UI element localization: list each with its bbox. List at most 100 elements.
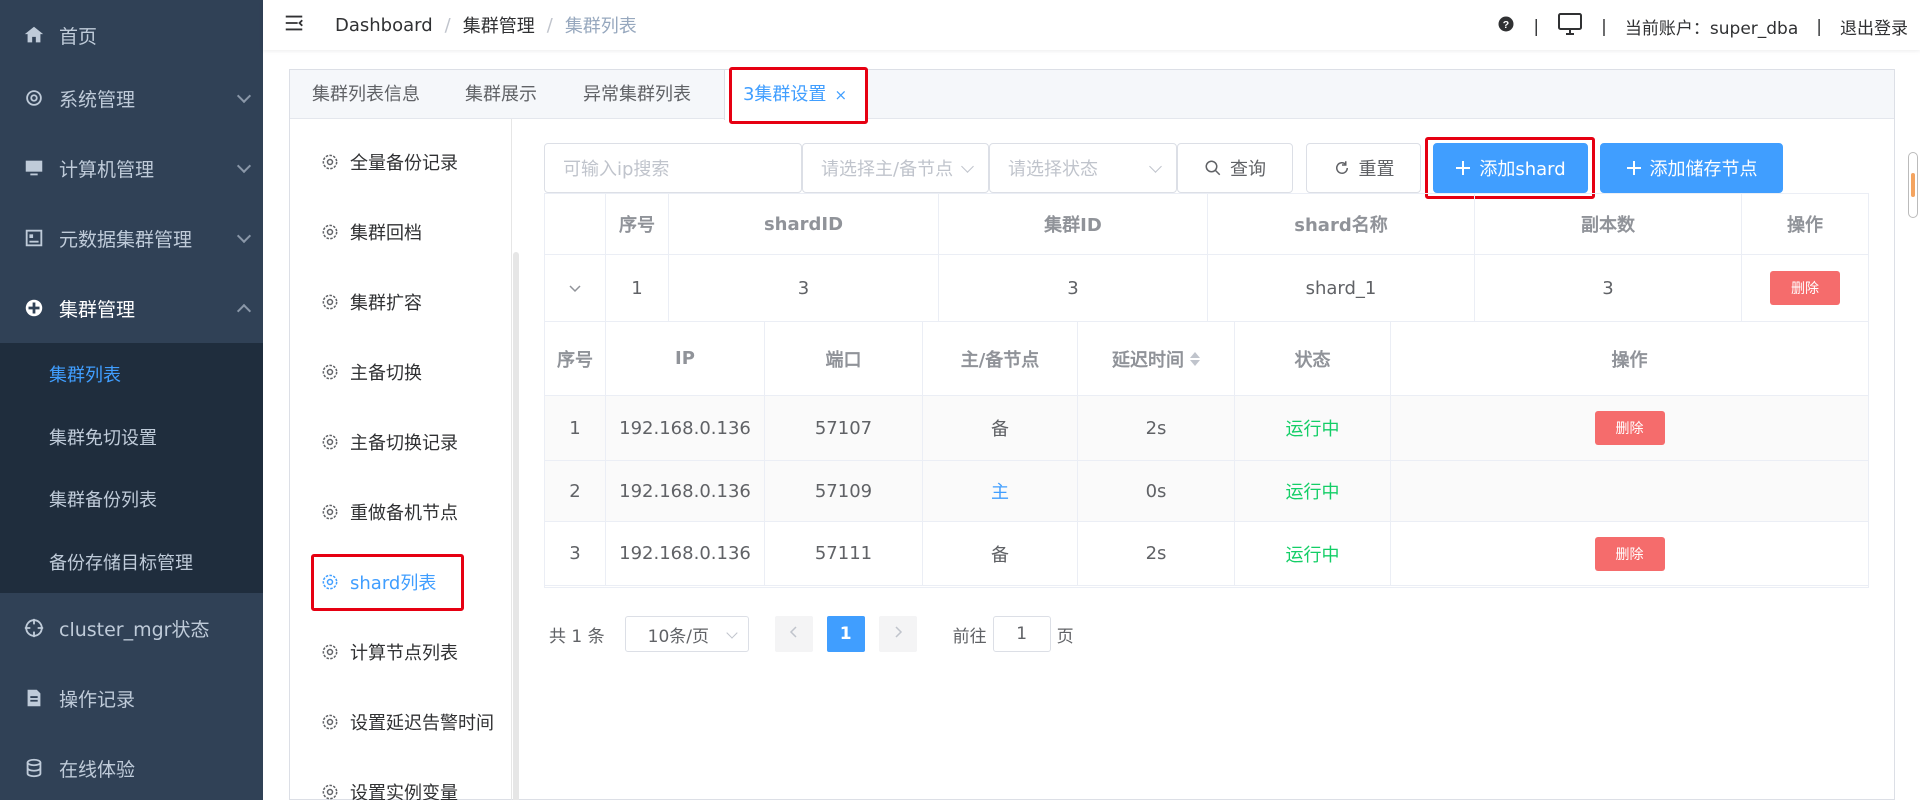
monitor-icon bbox=[22, 156, 46, 180]
tab-header: 集群列表信息 集群展示 异常集群列表 3集群设置 × bbox=[290, 70, 1894, 120]
close-icon[interactable]: × bbox=[834, 86, 847, 104]
breadcrumb-separator: / bbox=[444, 14, 451, 36]
settings-item-shard-list[interactable]: shard列表 bbox=[290, 547, 512, 617]
settings-item-instance-vars[interactable]: 设置实例变量 bbox=[290, 757, 512, 800]
sidebar-item-cluster-mgr[interactable]: cluster_mgr状态 bbox=[0, 593, 263, 663]
chevron-right-icon bbox=[893, 624, 903, 644]
settings-item-switchover-log[interactable]: 主备切换记录 bbox=[290, 407, 512, 477]
reset-button[interactable]: 重置 bbox=[1306, 143, 1421, 193]
chevron-down-icon bbox=[1149, 160, 1162, 173]
settings-item-rollback[interactable]: 集群回档 bbox=[290, 197, 512, 267]
sidebar-item-label: 操作记录 bbox=[59, 688, 136, 711]
shard-table: 序号 shardID 集群ID shard名称 副本数 操作 1 3 3 sha… bbox=[544, 193, 1869, 588]
cell-index: 1 bbox=[545, 396, 606, 460]
gear-icon bbox=[320, 572, 340, 592]
cluster-submenu: 集群列表 集群免切设置 集群备份列表 备份存储目标管理 bbox=[0, 343, 263, 593]
page-number-current[interactable]: 1 bbox=[826, 616, 865, 652]
settings-item-label: 设置实例变量 bbox=[350, 783, 458, 800]
ip-search-placeholder: 可输入ip搜索 bbox=[563, 159, 670, 180]
current-account: 当前账户：super_dba bbox=[1624, 19, 1799, 39]
gear-icon bbox=[320, 362, 340, 382]
breadcrumb-separator: / bbox=[546, 14, 553, 36]
status-select-placeholder: 请选择状态 bbox=[1008, 159, 1098, 180]
sidebar-item-label: 在线体验 bbox=[59, 758, 136, 781]
search-button[interactable]: 查询 bbox=[1177, 143, 1293, 193]
settings-item-expand[interactable]: 集群扩容 bbox=[290, 267, 512, 337]
settings-menu-scrollbar[interactable] bbox=[513, 252, 519, 800]
expand-toggle[interactable] bbox=[545, 255, 606, 321]
add-shard-button[interactable]: 添加shard bbox=[1433, 143, 1588, 193]
add-storage-node-button[interactable]: 添加储存节点 bbox=[1600, 143, 1783, 193]
submenu-item-no-switch[interactable]: 集群免切设置 bbox=[0, 406, 263, 468]
settings-item-delay-alert[interactable]: 设置延迟告警时间 bbox=[290, 687, 512, 757]
sidebar-item-label: 首页 bbox=[59, 25, 98, 48]
delete-node-button[interactable]: 删除 bbox=[1594, 411, 1665, 445]
sidebar-item-cluster[interactable]: 集群管理 bbox=[0, 273, 263, 343]
tab-cluster-list-info[interactable]: 集群列表信息 bbox=[290, 70, 442, 119]
hamburger-icon[interactable] bbox=[283, 12, 305, 39]
breadcrumb-cluster-mgmt[interactable]: 集群管理 bbox=[463, 12, 535, 38]
submenu-item-backup-list[interactable]: 集群备份列表 bbox=[0, 468, 263, 530]
sidebar-item-home[interactable]: 首页 bbox=[0, 0, 263, 70]
logout-link[interactable]: 退出登录 bbox=[1840, 14, 1908, 39]
cell-ip: 192.168.0.136 bbox=[606, 522, 765, 585]
header-cell: 端口 bbox=[765, 322, 923, 395]
help-icon[interactable]: ? bbox=[1497, 15, 1515, 38]
submenu-label: 集群备份列表 bbox=[49, 490, 157, 511]
sidebar-item-metadata[interactable]: 元数据集群管理 bbox=[0, 203, 263, 273]
settings-item-rebuild-standby[interactable]: 重做备机节点 bbox=[290, 477, 512, 547]
goto-suffix: 页 bbox=[1056, 626, 1074, 647]
breadcrumb-dashboard[interactable]: Dashboard bbox=[335, 15, 433, 36]
settings-item-switchover[interactable]: 主备切换 bbox=[290, 337, 512, 407]
sidebar-item-label: 系统管理 bbox=[59, 88, 136, 111]
gear-icon bbox=[320, 292, 340, 312]
tab-abnormal-cluster-list[interactable]: 异常集群列表 bbox=[560, 70, 714, 119]
cell-role-master: 主 bbox=[923, 461, 1078, 521]
cell-role: 备 bbox=[923, 522, 1078, 585]
header-cell-delay[interactable]: 延迟时间 bbox=[1078, 322, 1235, 395]
cell-shard-id: 3 bbox=[669, 255, 939, 321]
sidebar-item-system[interactable]: 系统管理 bbox=[0, 63, 263, 133]
cell-status: 运行中 bbox=[1235, 461, 1391, 521]
tab-cluster-settings[interactable]: 3集群设置 × bbox=[724, 70, 866, 120]
top-navbar: Dashboard / 集群管理 / 集群列表 ? | | 当前账户：super… bbox=[263, 0, 1920, 50]
goto-page-input[interactable]: 1 bbox=[992, 616, 1051, 652]
header-cell: 副本数 bbox=[1475, 194, 1742, 254]
sort-icon[interactable] bbox=[1190, 351, 1200, 366]
add-storage-label: 添加储存节点 bbox=[1649, 159, 1758, 180]
prev-page-button[interactable] bbox=[774, 616, 813, 652]
submenu-item-cluster-list[interactable]: 集群列表 bbox=[0, 343, 263, 405]
cell-actions bbox=[1391, 461, 1868, 521]
role-select[interactable]: 请选择主/备节点 bbox=[802, 143, 989, 193]
reset-button-label: 重置 bbox=[1358, 159, 1395, 180]
sidebar-item-operation-log[interactable]: 操作记录 bbox=[0, 663, 263, 733]
cell-port: 57107 bbox=[765, 396, 923, 460]
tab-cluster-display[interactable]: 集群展示 bbox=[442, 70, 560, 119]
delete-shard-button[interactable]: 删除 bbox=[1770, 271, 1840, 305]
cell-delay: 2s bbox=[1078, 396, 1235, 460]
sidebar-item-computer[interactable]: 计算机管理 bbox=[0, 133, 263, 203]
settings-item-compute-nodes[interactable]: 计算节点列表 bbox=[290, 617, 512, 687]
cell-cluster-id: 3 bbox=[939, 255, 1208, 321]
page-size-select[interactable]: 10条/页 bbox=[624, 616, 749, 652]
gear-icon bbox=[320, 222, 340, 242]
delete-node-button[interactable]: 删除 bbox=[1594, 536, 1665, 571]
ip-search-input[interactable]: 可输入ip搜索 bbox=[544, 143, 802, 193]
submenu-item-backup-target[interactable]: 备份存储目标管理 bbox=[0, 531, 263, 593]
settings-item-label: shard列表 bbox=[350, 573, 437, 594]
home-icon bbox=[22, 23, 46, 47]
next-page-button[interactable] bbox=[878, 616, 917, 652]
status-select[interactable]: 请选择状态 bbox=[989, 143, 1177, 193]
page-scrollbar[interactable] bbox=[1908, 152, 1918, 218]
settings-item-full-backup[interactable]: 全量备份记录 bbox=[290, 127, 512, 197]
header-cell: 操作 bbox=[1611, 349, 1648, 371]
sidebar-item-online-demo[interactable]: 在线体验 bbox=[0, 733, 263, 800]
header-cell: 集群ID bbox=[939, 194, 1208, 254]
cylinder-icon bbox=[22, 756, 46, 780]
document-icon bbox=[22, 686, 46, 710]
sidebar-item-label: 元数据集群管理 bbox=[59, 228, 193, 251]
pagination-total: 共 1 条 bbox=[549, 626, 605, 647]
refresh-icon bbox=[1333, 159, 1351, 177]
fullscreen-monitor-icon[interactable] bbox=[1557, 12, 1583, 41]
cell-port: 57111 bbox=[765, 522, 923, 585]
